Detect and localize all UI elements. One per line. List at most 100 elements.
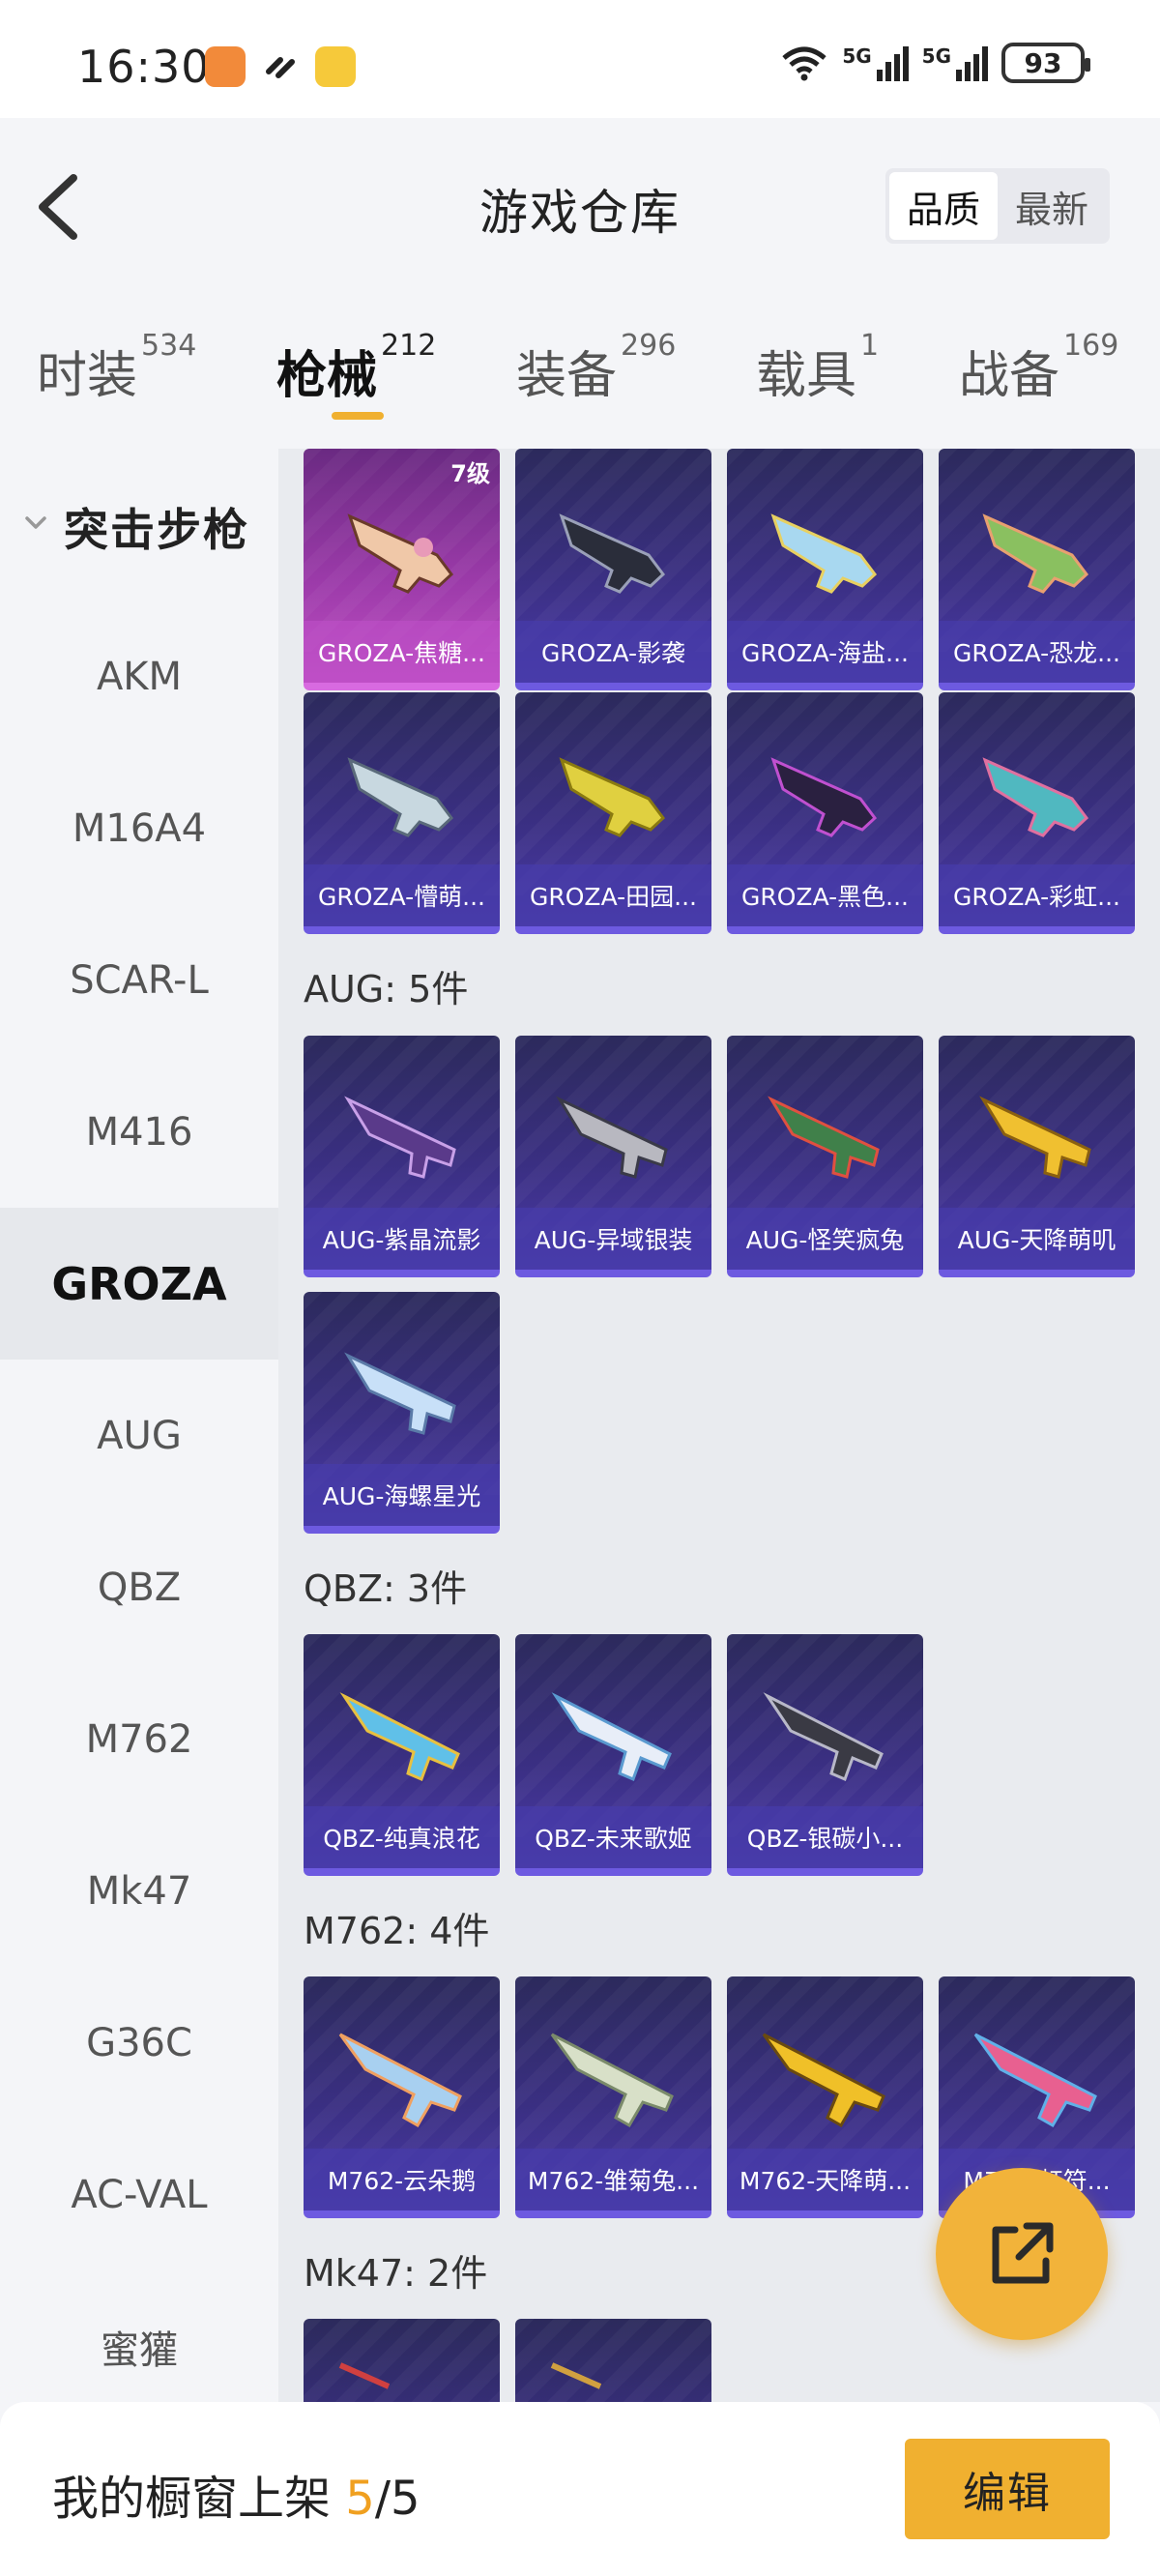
bottom-bar: 我的橱窗上架 5/5 编辑 [0, 2402, 1160, 2576]
sidebar-item-m16a4[interactable]: M16A4 [0, 752, 278, 904]
weapon-skin-image [344, 1096, 456, 1179]
skin-card[interactable]: AUG-海螺星光 [304, 1292, 500, 1534]
weapon-skin-image [550, 2362, 602, 2389]
weapon-skin-image [556, 1096, 668, 1179]
skin-card[interactable]: AUG-紫晶流影 [304, 1036, 500, 1277]
sidebar-item-aug[interactable]: AUG [0, 1360, 278, 1511]
skin-card[interactable]: M762-天降萌... [727, 1976, 923, 2218]
skin-name: AUG-怪笑疯兔 [727, 1208, 923, 1270]
skin-card[interactable]: AUG-异域银装 [515, 1036, 711, 1277]
sidebar-item-akm[interactable]: AKM [0, 600, 278, 752]
tab-fashion[interactable]: 时装534 [37, 329, 196, 407]
skin-card[interactable] [304, 2319, 500, 2402]
weapon-sidebar: 突击步枪 AKM M16A4 SCAR-L M416 GROZA AUG QBZ… [0, 449, 278, 2402]
chevron-down-icon [25, 516, 46, 529]
game-notification-icon [315, 46, 356, 87]
skin-name: QBZ-银碳小... [727, 1806, 923, 1868]
weapon-skin-image [768, 1096, 880, 1179]
app-notification-icon [205, 46, 246, 87]
skin-card[interactable]: GROZA-影袭 [515, 449, 711, 690]
skin-card[interactable]: AUG-怪笑疯兔 [727, 1036, 923, 1277]
skin-name: AUG-海螺星光 [304, 1464, 500, 1526]
skin-name: QBZ-未来歌姬 [515, 1806, 711, 1868]
weapon-skin-image [763, 1692, 884, 1782]
groza-row-2: GROZA-懵萌... GROZA-田园... GROZA-黑色... GROZ… [304, 692, 1135, 934]
sidebar-item-groza[interactable]: GROZA [0, 1208, 278, 1360]
edit-button[interactable]: 编辑 [905, 2439, 1110, 2539]
skin-card[interactable]: GROZA-彩虹... [939, 692, 1135, 934]
sidebar-item-m416[interactable]: M416 [0, 1056, 278, 1208]
skin-name: GROZA-海盐... [727, 621, 923, 683]
sidebar-item-scar-l[interactable]: SCAR-L [0, 904, 278, 1056]
skin-card[interactable]: GROZA-恐龙... [939, 449, 1135, 690]
skin-card[interactable]: M762-雏菊兔... [515, 1976, 711, 2218]
cell-signal-2-icon: 5G [922, 44, 988, 81]
skin-name: AUG-异域银装 [515, 1208, 711, 1270]
skin-card[interactable]: QBZ-未来歌姬 [515, 1634, 711, 1876]
sidebar-category-label: 突击步枪 [64, 504, 249, 556]
status-icons: 5G 5G 93 [780, 43, 1090, 83]
skin-card[interactable]: GROZA-懵萌... [304, 692, 500, 934]
weapon-skin-image [979, 1096, 1091, 1179]
sort-by-newest[interactable]: 最新 [998, 172, 1106, 240]
skin-card[interactable] [515, 2319, 711, 2402]
group-title-mk47: Mk47: 2件 [304, 2252, 488, 2295]
skin-card[interactable]: GROZA-田园... [515, 692, 711, 934]
sidebar-item-qbz[interactable]: QBZ [0, 1511, 278, 1663]
app-header: 游戏仓库 品质 最新 [0, 118, 1160, 298]
weapon-skin-image [770, 513, 878, 594]
share-button[interactable] [936, 2168, 1108, 2340]
sidebar-category-assault-rifle[interactable]: 突击步枪 [0, 449, 278, 603]
weapon-skin-list: 7级 GROZA-焦糖... GROZA-影袭 GROZA-海盐... GROZ… [278, 449, 1160, 2402]
skin-name: GROZA-恐龙... [939, 621, 1135, 683]
category-tabs: 时装534 枪械212 装备296 载具1 战备169 [0, 298, 1160, 449]
skin-card[interactable]: M762-云朵鹅 [304, 1976, 500, 2218]
skin-card[interactable]: 7级 GROZA-焦糖... [304, 449, 500, 690]
link-notification-icon [261, 46, 302, 87]
skin-name: M762-雏菊兔... [515, 2149, 711, 2210]
skin-name: GROZA-焦糖... [304, 621, 500, 683]
skin-name: QBZ-纯真浪花 [304, 1806, 500, 1868]
skin-name: M762-云朵鹅 [304, 2149, 500, 2210]
tab-firearms[interactable]: 枪械212 [276, 329, 436, 407]
tab-combat-gear[interactable]: 战备169 [959, 329, 1118, 407]
skin-card[interactable]: QBZ-银碳小... [727, 1634, 923, 1876]
weapon-skin-image [347, 513, 454, 594]
weapon-skin-image [982, 513, 1089, 594]
active-tab-indicator [332, 412, 384, 420]
weapon-skin-image [338, 2033, 462, 2128]
weapon-skin-image [559, 757, 666, 837]
tab-vehicles[interactable]: 载具1 [756, 329, 879, 407]
sidebar-item-mk47[interactable]: Mk47 [0, 1815, 278, 1967]
weapon-skin-image [551, 1692, 672, 1782]
showcase-status: 我的橱窗上架 5/5 [52, 2460, 420, 2528]
skin-name: GROZA-影袭 [515, 621, 711, 683]
skin-card[interactable]: GROZA-海盐... [727, 449, 923, 690]
weapon-skin-image [982, 757, 1089, 837]
sidebar-item-ac-val[interactable]: AC-VAL [0, 2119, 278, 2270]
group-title-m762: M762: 4件 [304, 1910, 490, 1952]
qbz-row-1: QBZ-纯真浪花 QBZ-未来歌姬 QBZ-银碳小... [304, 1634, 923, 1876]
sidebar-item-g36c[interactable]: G36C [0, 1967, 278, 2119]
skin-card[interactable]: AUG-天降萌叽 [939, 1036, 1135, 1277]
weapon-skin-image [338, 2362, 391, 2389]
skin-name: GROZA-黑色... [727, 864, 923, 926]
sidebar-item-honey-badger[interactable]: 蜜獾 [0, 2270, 278, 2422]
sort-toggle: 品质 最新 [885, 168, 1110, 244]
skin-card[interactable]: GROZA-黑色... [727, 692, 923, 934]
weapon-skin-image [762, 2033, 885, 2128]
tab-equipment[interactable]: 装备296 [516, 329, 676, 407]
battery-indicator: 93 [1001, 43, 1090, 83]
skin-card[interactable]: QBZ-纯真浪花 [304, 1634, 500, 1876]
mk47-row-1 [304, 2319, 711, 2402]
weapon-skin-image [770, 757, 878, 837]
sort-by-quality[interactable]: 品质 [889, 172, 998, 240]
showcase-label: 我的橱窗上架 [52, 2472, 332, 2526]
groza-row-1: 7级 GROZA-焦糖... GROZA-影袭 GROZA-海盐... GROZ… [304, 449, 1135, 690]
status-time: 16:30 [77, 41, 211, 93]
weapon-skin-image [339, 1692, 460, 1782]
sidebar-item-m762[interactable]: M762 [0, 1663, 278, 1815]
share-external-icon [992, 2222, 1054, 2284]
skin-name: AUG-天降萌叽 [939, 1208, 1135, 1270]
weapon-skin-image [559, 513, 666, 594]
